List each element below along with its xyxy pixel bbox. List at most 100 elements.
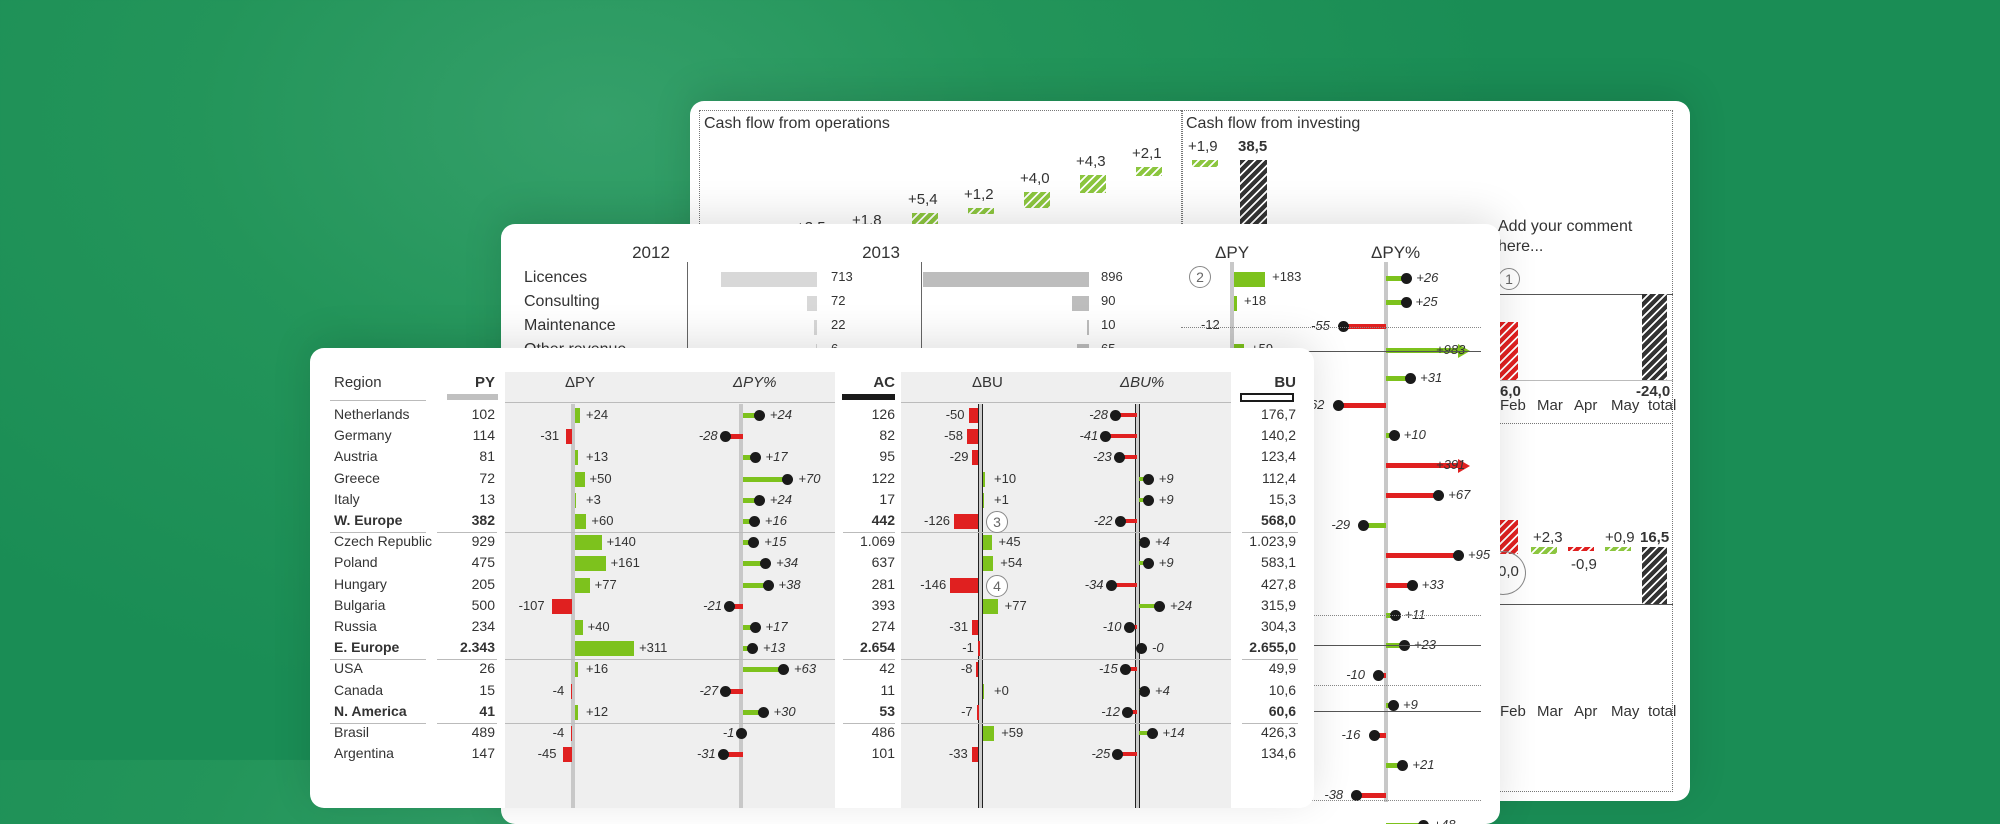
py-value: 13 [479, 490, 495, 507]
dpy-pct-label: +38 [778, 576, 801, 592]
marker-2: 2 [1189, 266, 1211, 288]
chart-baseline-lower [1500, 604, 1673, 605]
dpy-pct-dot [1358, 520, 1370, 531]
dpy-pct-label: +15 [764, 534, 787, 550]
dpy-bar [571, 726, 572, 741]
dpy-bar [575, 408, 580, 423]
py-value: 102 [471, 406, 495, 422]
chart-baseline [1500, 380, 1673, 381]
dpy-bar [575, 492, 576, 508]
dbu-pct-dot [1114, 516, 1126, 527]
revenue-row-label: Maintenance [524, 317, 616, 334]
dpy-bar [575, 450, 578, 466]
dbu-pct-dot [1139, 685, 1150, 697]
col-2012-header: 2012 [632, 243, 670, 262]
waterfall-label: +1,9 [1188, 137, 1218, 155]
dpy-pct-label: +67 [1448, 487, 1471, 502]
ac-value: 95 [879, 448, 895, 465]
dbu-pct-label: -25 [1091, 746, 1111, 762]
py-value: 81 [479, 448, 495, 465]
waterfall-bar [1136, 167, 1162, 176]
dpy-pct-label: +13 [763, 640, 786, 656]
dpy-pct-label: +983 [1436, 342, 1466, 357]
dpy-pct-dot [1368, 730, 1380, 741]
dpy-pct-label: +25 [1415, 294, 1438, 309]
bar-dpy [1234, 272, 1266, 287]
axis-dpy-pct [1384, 262, 1388, 802]
py-value: 475 [471, 554, 495, 571]
region-name: Italy [334, 490, 360, 507]
month-label-feb: Feb [1500, 397, 1526, 414]
waterfall-label: +2,1 [1132, 145, 1162, 163]
py-value: 234 [471, 618, 495, 634]
group-separator [505, 532, 835, 534]
dbu-bar [972, 450, 978, 466]
dpy-bar [571, 683, 572, 699]
label-total-lower: 16,5 [1640, 529, 1670, 546]
header-bu: BU [1274, 374, 1296, 391]
bar-2013 [1072, 296, 1089, 311]
bar-feb-upper [1500, 322, 1518, 380]
dpy-value: +16 [586, 661, 609, 677]
dbu-bar [983, 683, 984, 699]
dpy-value: +3 [586, 491, 601, 507]
region-name: Hungary [334, 575, 387, 592]
comment-line-1[interactable]: Add your comment [1498, 218, 1632, 236]
dbu-pct-label: -10 [1102, 619, 1122, 634]
bar-2012 [807, 296, 817, 311]
dpy-pct-dot [782, 473, 794, 485]
dbu-pct-label: -0 [1152, 640, 1164, 656]
label-may-lower: +0,9 [1605, 529, 1635, 546]
dpy-pct-label: -10 [1346, 667, 1365, 682]
dpy-value: +161 [610, 555, 640, 571]
dbu-value: +0 [994, 682, 1009, 698]
label-apr-lower: -0,9 [1571, 556, 1597, 573]
dpy-value: +77 [594, 576, 617, 592]
dpy-pct-label: -55 [1311, 318, 1330, 333]
month-label-total: total [1648, 397, 1677, 414]
dpy-pct-dot [720, 685, 732, 697]
ac-value: 1.069 [859, 533, 895, 550]
dpy-value: +12 [586, 703, 609, 719]
month-label-may: May [1611, 397, 1640, 414]
py-value: 114 [472, 427, 495, 444]
region-name: W. Europe [334, 512, 403, 528]
dbu-bar [954, 514, 978, 529]
region-name: Czech Republic [334, 533, 433, 550]
region-name: Canada [334, 681, 384, 698]
dpy-pct-stem [1386, 553, 1458, 558]
dbu-pct-label: +14 [1162, 725, 1185, 740]
waterfall-bar [1080, 175, 1106, 193]
dpy-value: -45 [537, 746, 557, 762]
comment-line-2[interactable]: here... [1498, 238, 1543, 256]
dbu-value: -146 [920, 576, 947, 592]
bu-value: 304,3 [1260, 618, 1296, 634]
dpy-pct-label: -27 [699, 682, 719, 698]
value-dpy: +18 [1244, 293, 1267, 308]
dpy-pct-label: +33 [1421, 577, 1444, 592]
bu-value: 15,3 [1268, 490, 1296, 507]
region-name: E. Europe [334, 639, 400, 656]
dpy-pct-dot [749, 452, 761, 464]
group-separator [901, 532, 1231, 534]
dpy-value: +13 [586, 449, 609, 465]
dbu-pct-dot [1154, 600, 1165, 612]
dbu-bar [983, 726, 995, 741]
dbu-pct-dot [1123, 622, 1135, 633]
dbu-value: -8 [960, 661, 973, 677]
dpy-pct-dot [1400, 297, 1412, 308]
py-value: 72 [479, 469, 495, 486]
waterfall-bar [1192, 159, 1218, 168]
dpy-pct-stem [743, 476, 787, 482]
dbu-pct-label: +9 [1158, 491, 1174, 507]
region-name: N. America [334, 702, 407, 719]
dpy-bar [575, 662, 579, 678]
dbu-bar [983, 471, 985, 487]
value-2012: 22 [831, 317, 846, 332]
ac-value: 17 [879, 490, 895, 507]
bar-total-upper [1642, 294, 1667, 380]
bar-2013 [923, 272, 1089, 287]
dbu-pct-label: -23 [1092, 449, 1112, 465]
value-2012: 72 [831, 293, 846, 308]
dpy-pct-label: +391 [1436, 457, 1466, 472]
